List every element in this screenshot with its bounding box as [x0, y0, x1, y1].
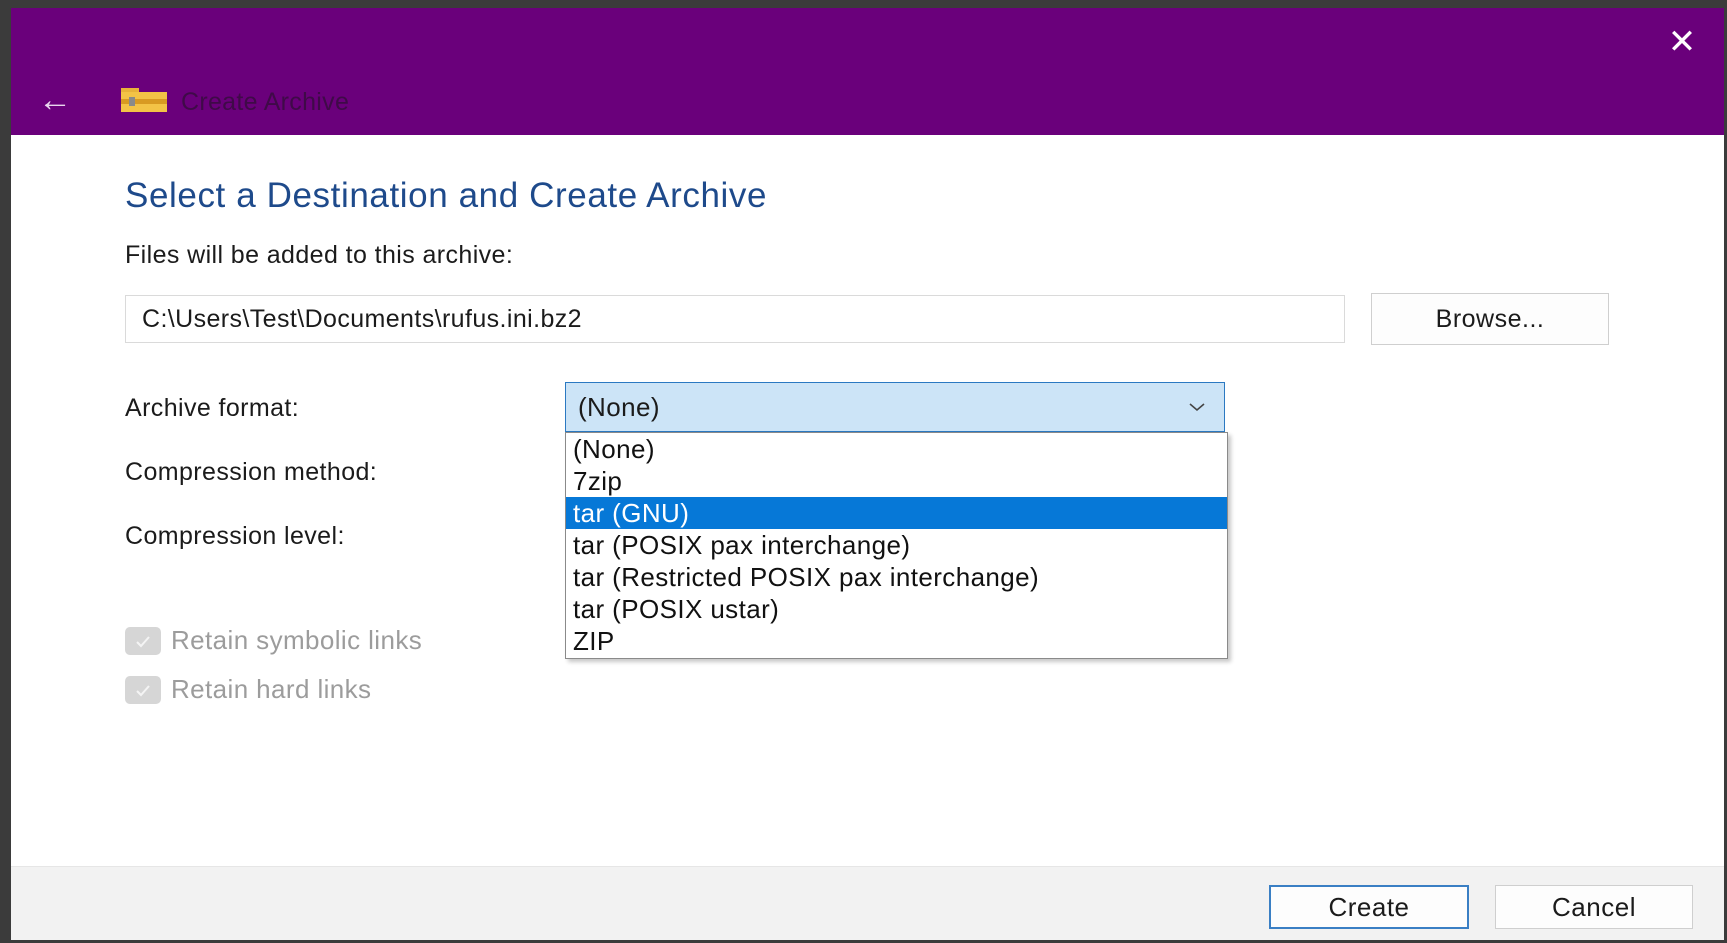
archive-format-selected-value: (None)	[578, 392, 660, 422]
format-option-7zip[interactable]: 7zip	[566, 465, 1227, 497]
checkbox-check-icon	[125, 627, 161, 655]
chevron-down-icon	[1189, 403, 1205, 412]
create-archive-window: ✕ ← Create Archive Select a Destination …	[11, 8, 1724, 940]
compression-method-label: Compression method:	[125, 458, 378, 486]
format-option-none[interactable]: (None)	[566, 433, 1227, 465]
format-option-zip[interactable]: ZIP	[566, 625, 1227, 657]
create-button[interactable]: Create	[1269, 885, 1469, 929]
format-option-tar-restricted-posix-pax[interactable]: tar (Restricted POSIX pax interchange)	[566, 561, 1227, 593]
compression-level-label: Compression level:	[125, 522, 345, 550]
back-arrow-icon[interactable]: ←	[33, 80, 77, 120]
format-option-tar-gnu[interactable]: tar (GNU)	[566, 497, 1227, 529]
browse-button[interactable]: Browse...	[1371, 293, 1609, 345]
archive-format-label: Archive format:	[125, 394, 300, 422]
title-bar: ✕ ← Create Archive	[11, 8, 1724, 135]
window-title: Create Archive	[181, 88, 350, 116]
archive-format-select[interactable]: (None)	[565, 382, 1225, 432]
dialog-footer: Create Cancel	[11, 866, 1724, 940]
retain-symbolic-links-label: Retain symbolic links	[171, 625, 423, 655]
checkbox-check-icon	[125, 676, 161, 704]
archive-format-dropdown: (None) 7zip tar (GNU) tar (POSIX pax int…	[565, 432, 1228, 659]
page-heading: Select a Destination and Create Archive	[125, 176, 768, 215]
archive-path-input[interactable]	[125, 295, 1345, 343]
format-option-tar-posix-pax[interactable]: tar (POSIX pax interchange)	[566, 529, 1227, 561]
retain-hard-links-label: Retain hard links	[171, 674, 372, 704]
format-option-tar-posix-ustar[interactable]: tar (POSIX ustar)	[566, 593, 1227, 625]
close-icon[interactable]: ✕	[1662, 22, 1702, 62]
archive-folder-icon	[121, 88, 167, 112]
files-label: Files will be added to this archive:	[125, 241, 514, 269]
cancel-button[interactable]: Cancel	[1495, 885, 1693, 929]
